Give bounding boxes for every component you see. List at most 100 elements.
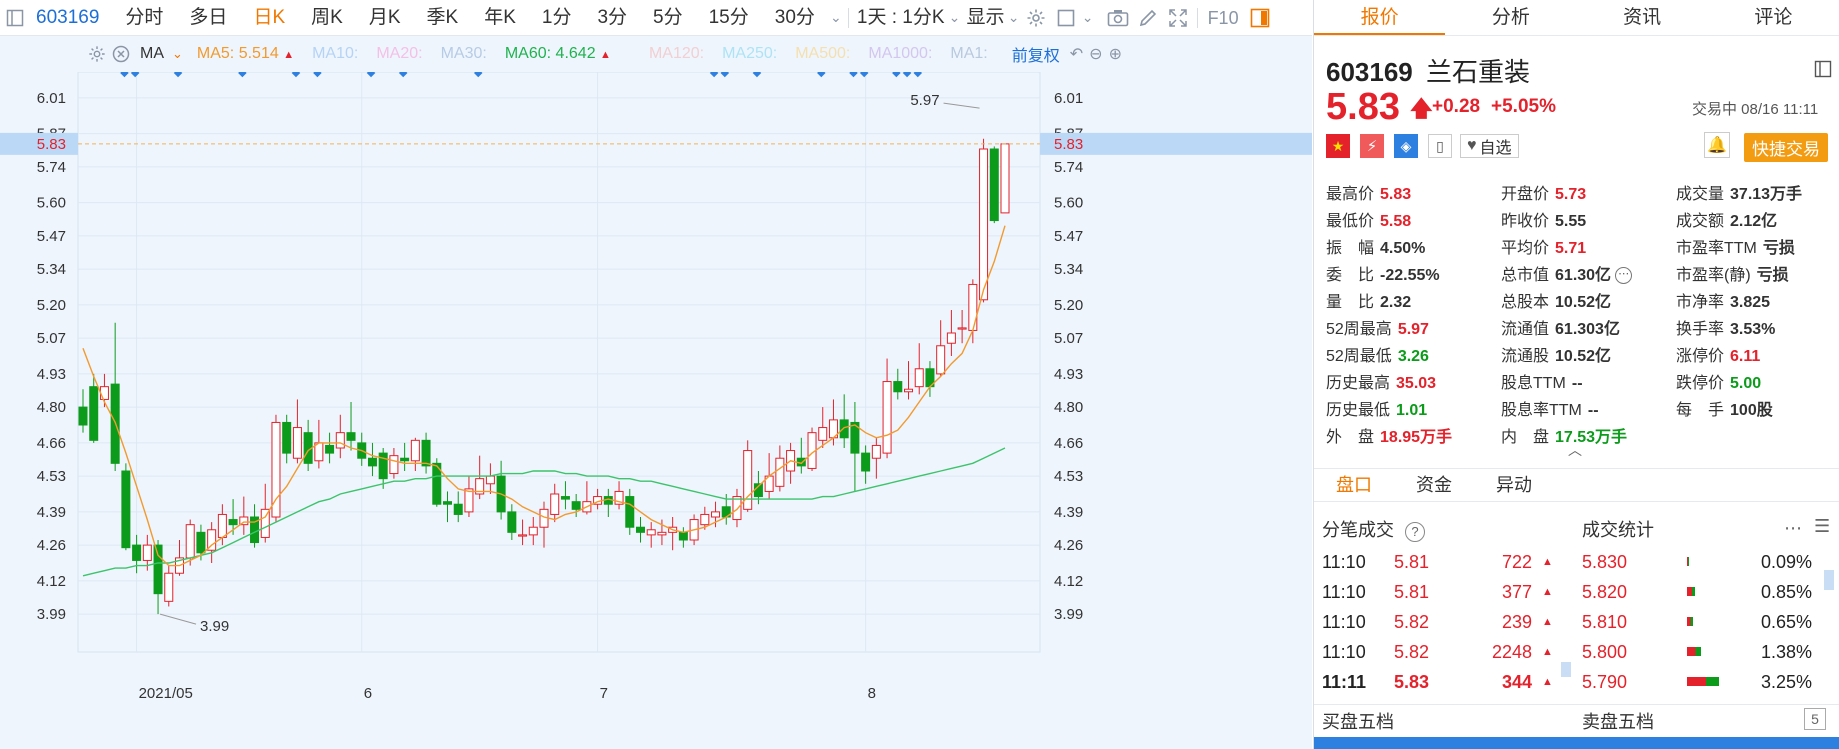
period-30min[interactable]: 30分: [762, 0, 828, 36]
adjust-mode-button[interactable]: 前复权: [1012, 42, 1060, 66]
chevron-up-icon[interactable]: ︿: [1568, 440, 1582, 460]
candle-body: [99, 386, 109, 400]
period-dropdown[interactable]: 1天 : 1分K: [853, 0, 949, 36]
ma10-legend: MA10:: [312, 45, 359, 62]
candle-body: [78, 406, 88, 426]
period-monthly[interactable]: 月K: [356, 0, 414, 36]
stat-bar: [1687, 587, 1696, 596]
period-1min[interactable]: 1分: [529, 0, 585, 36]
scrollbar-thumb[interactable]: [1824, 570, 1834, 590]
quote-field-label: 每 手: [1676, 401, 1725, 419]
candlestick-chart[interactable]: 6.015.875.745.605.475.345.205.074.934.80…: [0, 72, 1312, 749]
bell-icon[interactable]: 🔔: [1704, 132, 1730, 158]
chevron-down-icon[interactable]: ⌄: [1007, 3, 1021, 33]
stat-row: 5.790 3.25%: [1582, 667, 1812, 697]
level-count-button[interactable]: 5: [1804, 708, 1826, 730]
price-tick-label: 5.47: [37, 228, 66, 245]
up-triangle-icon: ▲: [1542, 556, 1553, 568]
side-panel-icon[interactable]: [1245, 3, 1275, 33]
period-5min[interactable]: 5分: [640, 0, 696, 36]
quote-row: 历史最高 35.03 股息TTM -- 跌停价 5.00: [1326, 367, 1836, 394]
f10-button[interactable]: F10: [1202, 0, 1245, 36]
fullscreen-icon[interactable]: [1163, 3, 1193, 33]
quote-field-label: 换手率: [1676, 320, 1725, 338]
chevron-down-icon[interactable]: ⌄: [828, 3, 844, 33]
china-flag-icon[interactable]: ★: [1326, 134, 1350, 158]
stat-percent: 1.38%: [1760, 641, 1812, 662]
stock-title: 603169 兰石重装: [1326, 52, 1530, 89]
stock-code[interactable]: 603169: [30, 0, 112, 36]
tab-anomaly[interactable]: 异动: [1474, 468, 1554, 501]
zoom-in-icon[interactable]: ⊕: [1109, 44, 1122, 64]
pencil-icon[interactable]: [1133, 3, 1163, 33]
quote-field-value: 亏损: [1762, 239, 1795, 257]
stat-row: 5.830 0.09%: [1582, 547, 1812, 577]
gear-icon[interactable]: [86, 39, 108, 69]
candle-body: [979, 148, 989, 301]
quote-field-value: 10.52亿: [1555, 293, 1612, 311]
gear-icon[interactable]: [1021, 3, 1051, 33]
panel-toggle-icon[interactable]: [0, 3, 30, 33]
quote-field-value: 3.26: [1397, 347, 1429, 365]
price-tick-label: 4.66: [1054, 435, 1083, 452]
more-circle-icon[interactable]: ⋯: [1615, 266, 1633, 284]
tab-news[interactable]: 资讯: [1577, 0, 1708, 35]
camera-icon[interactable]: [1103, 3, 1133, 33]
close-circle-icon[interactable]: [110, 39, 132, 69]
chevron-down-icon[interactable]: ⌄: [172, 46, 183, 62]
period-multiday[interactable]: 多日: [176, 0, 240, 36]
price-change-pct: +5.05%: [1491, 96, 1556, 117]
period-quarterly[interactable]: 季K: [414, 0, 472, 36]
bookmark-icon[interactable]: ▯: [1428, 134, 1452, 158]
chevron-down-icon[interactable]: ⌄: [949, 3, 961, 33]
list-icon[interactable]: ☰: [1814, 516, 1830, 537]
ma30-legend: MA30:: [440, 45, 487, 62]
sub-tabs: 盘口 资金 异动: [1314, 468, 1839, 502]
tab-orderbook[interactable]: 盘口: [1314, 468, 1394, 501]
quote-field-value: 亏损: [1756, 266, 1789, 284]
quote-row: 量 比 2.32 总股本 10.52亿 市净率 3.825: [1326, 286, 1836, 313]
period-intraday[interactable]: 分时: [112, 0, 176, 36]
display-menu[interactable]: 显示: [961, 0, 1007, 36]
tick-volume: 239: [1501, 611, 1532, 632]
ma-type-label[interactable]: MA: [140, 45, 164, 63]
tag-icon[interactable]: ◈: [1394, 134, 1418, 158]
date-tick-label: 6: [364, 685, 372, 702]
tab-comments[interactable]: 评论: [1708, 0, 1839, 35]
tick-time: 11:10: [1322, 551, 1366, 572]
price-tick-label: 5.20: [37, 297, 66, 314]
tab-quote[interactable]: 报价: [1314, 0, 1446, 35]
candle-body: [818, 427, 828, 441]
tick-time: 11:10: [1322, 581, 1366, 602]
quote-row: 历史最低 1.01 股息率TTM -- 每 手 100股: [1326, 394, 1836, 421]
chart-overlay: 5.83 5.83 5.97 3.99: [0, 92, 1312, 635]
period-15min[interactable]: 15分: [696, 0, 762, 36]
price-tick-label: 5.60: [37, 195, 66, 212]
scrollbar-thumb[interactable]: [1561, 662, 1571, 677]
tab-analysis[interactable]: 分析: [1445, 0, 1576, 35]
candle-body: [217, 513, 227, 538]
tab-funds[interactable]: 资金: [1394, 468, 1474, 501]
ma120-legend: MA120:: [648, 45, 705, 62]
chevron-down-icon[interactable]: ⌄: [1081, 3, 1095, 33]
layout-square-icon[interactable]: [1051, 3, 1081, 33]
candle-body: [89, 386, 99, 441]
more-icon[interactable]: ⋯: [1784, 518, 1802, 539]
candle-body: [335, 432, 345, 449]
help-icon[interactable]: ?: [1405, 522, 1426, 542]
add-watchlist-button[interactable]: ♥ 自选: [1460, 134, 1519, 158]
zoom-out-icon[interactable]: ⊖: [1089, 44, 1102, 64]
period-weekly[interactable]: 周K: [298, 0, 356, 36]
quick-trade-button[interactable]: 快捷交易: [1744, 133, 1828, 162]
period-yearly[interactable]: 年K: [471, 0, 529, 36]
quote-field-value: -22.55%: [1380, 266, 1440, 284]
quote-field: 量 比 2.32: [1326, 288, 1501, 312]
detail-toggle-icon[interactable]: [1814, 60, 1832, 83]
period-daily[interactable]: 日K: [240, 0, 298, 36]
price-tick-label: 6.01: [37, 90, 66, 107]
candle-body: [185, 524, 195, 559]
stat-price: 5.810: [1582, 611, 1628, 632]
undo-icon[interactable]: ↶: [1070, 44, 1083, 64]
period-3min[interactable]: 3分: [584, 0, 640, 36]
lightning-icon[interactable]: ⚡: [1360, 134, 1384, 158]
